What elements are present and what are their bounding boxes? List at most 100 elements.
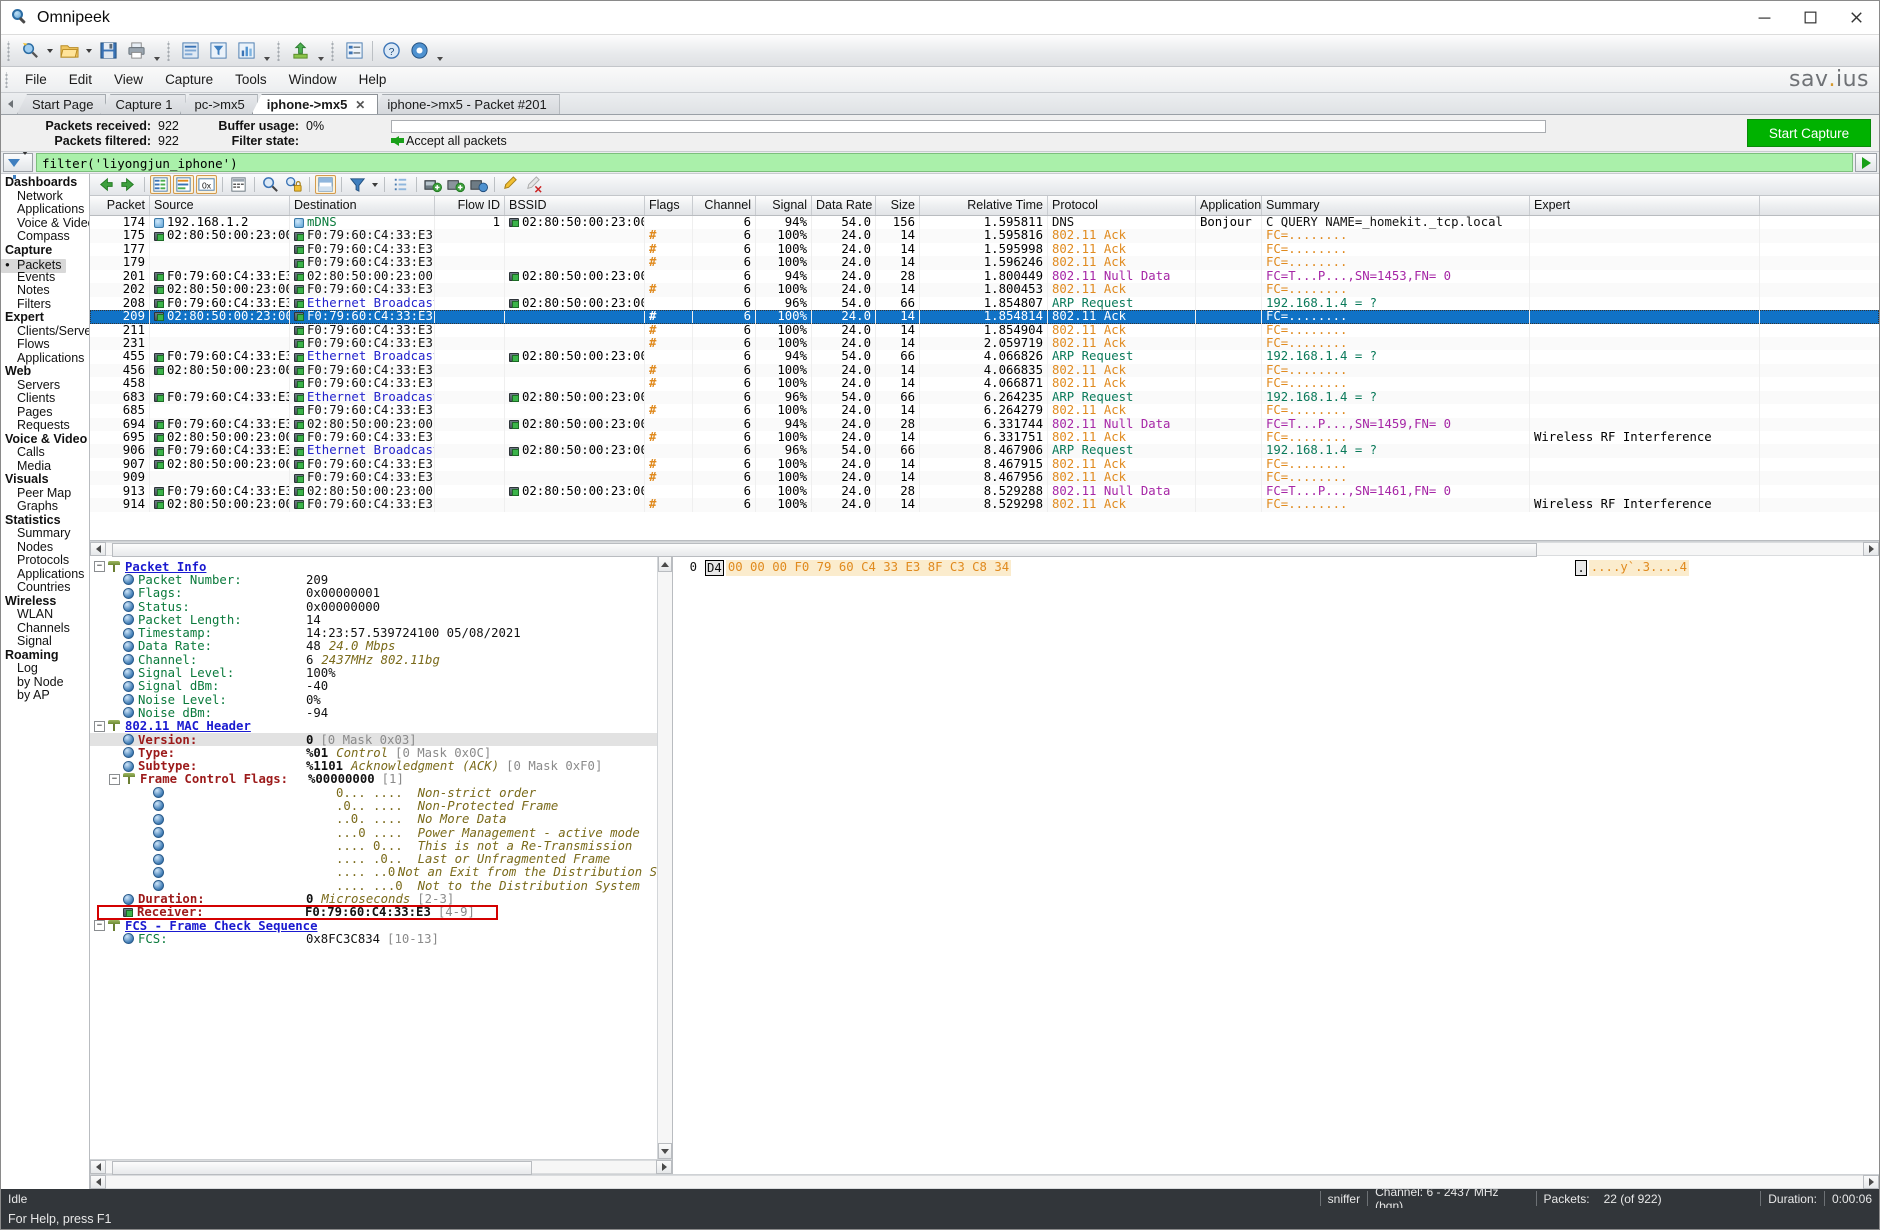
- decode-section-link[interactable]: Packet Info: [125, 560, 206, 574]
- menu-view[interactable]: View: [103, 69, 154, 90]
- tab-scroll-left-icon[interactable]: [3, 94, 17, 114]
- upload-icon[interactable]: [287, 38, 313, 64]
- sidebar-item-clients-servers[interactable]: Clients/Servers: [1, 324, 89, 339]
- decode-node[interactable]: Subtype: %1101 Acknowledgment (ACK) [0 Mask…: [90, 759, 657, 773]
- column-header-flow[interactable]: Flow ID: [435, 196, 505, 215]
- decode-node[interactable]: Data Rate: 48 24.0 Mbps: [90, 639, 657, 653]
- decode-vscrollbar[interactable]: [657, 556, 672, 1159]
- print-icon[interactable]: [123, 38, 149, 64]
- sidebar-item-voice-video[interactable]: Voice & Video: [1, 216, 89, 231]
- open-folder-dropdown-icon[interactable]: [83, 38, 94, 64]
- decode-node[interactable]: .0.. .... Non-Protected Frame: [90, 799, 657, 813]
- table-row[interactable]: 909 F0:79:60:C4:33:E3 #6 100% 24.0 14 8.467956…: [90, 471, 1879, 485]
- packet-decode-icon[interactable]: [177, 38, 203, 64]
- split-pane-icon[interactable]: [315, 175, 336, 194]
- column-header-signal[interactable]: Signal: [756, 196, 812, 215]
- sidebar-item-log[interactable]: Log: [1, 661, 89, 676]
- table-row[interactable]: 906 F0:79:60:C4:33:E3 Ethernet Broadcast 02…: [90, 444, 1879, 458]
- decode-node[interactable]: Noise dBm: -94: [90, 706, 657, 720]
- table-row[interactable]: 174 192.168.1.2 mDNS 1 02:80:50:00:23:00 6 94%…: [90, 216, 1879, 230]
- table-row[interactable]: 455 F0:79:60:C4:33:E3 Ethernet Broadcast 02…: [90, 350, 1879, 364]
- menu-capture[interactable]: Capture: [154, 69, 224, 90]
- table-row[interactable]: 694 F0:79:60:C4:33:E3 02:80:50:00:23:00 02:…: [90, 417, 1879, 431]
- ascii-bytes[interactable]: ....y`.3....4: [1588, 560, 1689, 576]
- column-header-summary[interactable]: Summary: [1262, 196, 1530, 215]
- bottom-hscrollbar[interactable]: [90, 1174, 1879, 1189]
- hex-selected-byte[interactable]: D4: [705, 560, 724, 576]
- sidebar-item-countries[interactable]: Countries: [1, 580, 89, 595]
- hscroll-left-button[interactable]: [90, 542, 106, 556]
- decode-view-icon[interactable]: [173, 175, 194, 194]
- tab-start-page[interactable]: Start Page: [17, 94, 107, 114]
- add-node-icon[interactable]: [445, 175, 466, 194]
- options-icon[interactable]: [341, 38, 367, 64]
- sidebar-item-events[interactable]: Events: [1, 270, 89, 285]
- bottom-hscroll-right-button[interactable]: [1863, 1175, 1879, 1189]
- insert-node-icon[interactable]: [422, 175, 443, 194]
- decode-node[interactable]: − Frame Control Flags: %00000000 [1]: [90, 772, 657, 786]
- decode-node[interactable]: Flags: 0x00000001: [90, 586, 657, 600]
- help-icon[interactable]: ?: [378, 38, 404, 64]
- sidebar-item-graphs[interactable]: Graphs: [1, 499, 89, 514]
- decode-node[interactable]: − FCS - Frame Check Sequence: [90, 919, 657, 933]
- menu-tools[interactable]: Tools: [224, 69, 278, 90]
- decode-hscroll-left-button[interactable]: [90, 1160, 106, 1174]
- minimize-button[interactable]: [1741, 1, 1787, 34]
- tree-toggle-icon[interactable]: −: [94, 720, 105, 732]
- table-row[interactable]: 211 F0:79:60:C4:33:E3 #6 100% 24.0 14 1.854904…: [90, 323, 1879, 337]
- decode-node[interactable]: .... 0... This is not a Re-Transmission: [90, 839, 657, 853]
- ascii-selected-char[interactable]: .: [1575, 560, 1587, 576]
- columns-config-icon[interactable]: [390, 175, 411, 194]
- decode-node[interactable]: Signal Level: 100%: [90, 666, 657, 680]
- table-row[interactable]: 177 F0:79:60:C4:33:E3 #6 100% 24.0 14 1.595998…: [90, 242, 1879, 257]
- decode-hscroll-right-button[interactable]: [656, 1160, 672, 1174]
- sidebar-item-applications[interactable]: Applications: [1, 567, 89, 582]
- column-header-channel[interactable]: Channel: [693, 196, 756, 215]
- sidebar-item-filters[interactable]: Filters: [1, 297, 89, 312]
- table-row[interactable]: 456 02:80:50:00:23:00 F0:79:60:C4:33:E3 #6 1…: [90, 363, 1879, 378]
- decode-node[interactable]: Version: 0 [0 Mask 0x03]: [90, 733, 657, 747]
- table-row[interactable]: 685 F0:79:60:C4:33:E3 #6 100% 24.0 14 6.264279…: [90, 404, 1879, 418]
- decode-node[interactable]: ...0 .... Power Management - active mode: [90, 826, 657, 840]
- sidebar-item-network[interactable]: Network: [1, 189, 89, 204]
- column-header-app[interactable]: Application: [1196, 196, 1262, 215]
- table-row[interactable]: 209 02:80:50:00:23:00 F0:79:60:C4:33:E3 #6 1…: [90, 310, 1879, 324]
- sidebar-item-by-node[interactable]: by Node: [1, 675, 89, 690]
- decode-node[interactable]: .... .0.. Last or Unfragmented Frame: [90, 852, 657, 866]
- hscroll-thumb[interactable]: [112, 543, 1537, 557]
- sidebar-item-wlan[interactable]: WLAN: [1, 607, 89, 622]
- sidebar-item-compass[interactable]: Compass: [1, 229, 89, 244]
- sidebar-item-by-ap[interactable]: by AP: [1, 688, 89, 703]
- decode-node[interactable]: Packet Number: 209: [90, 573, 657, 587]
- column-header-dest[interactable]: Destination: [290, 196, 435, 215]
- log-view-icon[interactable]: [228, 175, 249, 194]
- search-icon[interactable]: [260, 175, 281, 194]
- hscroll-right-button[interactable]: [1863, 542, 1879, 556]
- sidebar-item-calls[interactable]: Calls: [1, 445, 89, 460]
- back-arrow-icon[interactable]: [95, 175, 116, 194]
- toolbar-overflow-3-icon[interactable]: [316, 39, 325, 63]
- sidebar-item-media[interactable]: Media: [1, 459, 89, 474]
- new-capture-dropdown-icon[interactable]: [44, 38, 55, 64]
- decode-node[interactable]: FCS: 0x8FC3C834 [10-13]: [90, 932, 657, 946]
- filter-dropdown-icon[interactable]: [369, 172, 380, 198]
- show-columns-icon[interactable]: [150, 175, 171, 194]
- column-header-datarate[interactable]: Data Rate: [812, 196, 876, 215]
- table-row[interactable]: 208 F0:79:60:C4:33:E3 Ethernet Broadcast 02…: [90, 296, 1879, 311]
- filter-funnel-toolbar-icon[interactable]: [347, 175, 368, 194]
- sidebar-item-pages[interactable]: Pages: [1, 405, 89, 420]
- decode-node[interactable]: Packet Length: 14: [90, 613, 657, 627]
- sidebar-item-peer-map[interactable]: Peer Map: [1, 486, 89, 501]
- delete-note-icon[interactable]: [523, 175, 544, 194]
- hscroll-track[interactable]: [106, 542, 1863, 557]
- sidebar-item-applications[interactable]: Applications: [1, 351, 89, 366]
- refresh-nodes-icon[interactable]: [468, 175, 489, 194]
- decode-node[interactable]: .... ..0. Not an Exit from the Distributi…: [90, 865, 657, 879]
- column-header-reltime[interactable]: Relative Time: [920, 196, 1048, 215]
- column-header-source[interactable]: Source: [150, 196, 290, 215]
- support-icon[interactable]: [406, 38, 432, 64]
- menu-grip[interactable]: [4, 71, 11, 88]
- toolbar-grip-4[interactable]: [330, 40, 337, 61]
- sidebar-item-channels[interactable]: Channels: [1, 621, 89, 636]
- column-header-expert[interactable]: Expert: [1530, 196, 1760, 215]
